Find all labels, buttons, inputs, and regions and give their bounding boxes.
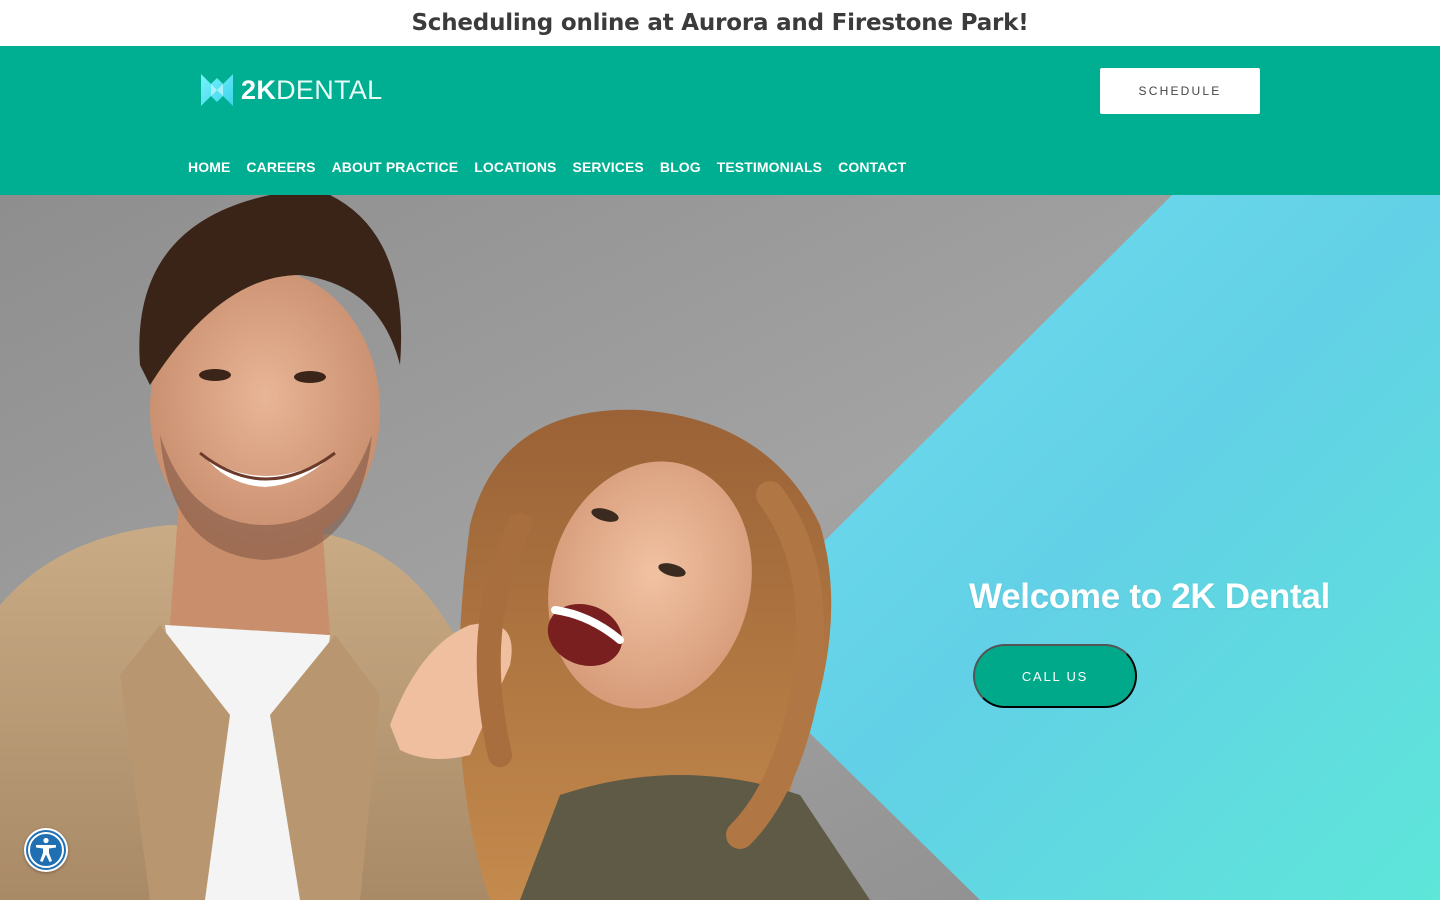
nav-item-about-practice[interactable]: ABOUT PRACTICE (332, 159, 459, 175)
nav-item-testimonials[interactable]: TESTIMONIALS (717, 159, 822, 175)
call-us-button[interactable]: CALL US (973, 644, 1137, 708)
hero-headline: Welcome to 2K Dental (969, 577, 1330, 616)
nav-item-home[interactable]: HOME (188, 159, 230, 175)
smiling-couple-photo (0, 195, 1440, 900)
logo-light-text: DENTAL (276, 75, 383, 105)
nav-item-blog[interactable]: BLOG (660, 159, 701, 175)
nav-item-locations[interactable]: LOCATIONS (474, 159, 556, 175)
accessibility-icon (26, 830, 66, 870)
announcement-text: Scheduling online at Aurora and Fireston… (411, 10, 1029, 36)
nav-item-careers[interactable]: CAREERS (246, 159, 315, 175)
schedule-button[interactable]: SCHEDULE (1100, 68, 1260, 114)
nav-item-services[interactable]: SERVICES (573, 159, 644, 175)
site-logo[interactable]: 2KDENTAL (197, 70, 382, 110)
logo-bold-text: 2K (241, 75, 277, 105)
accessibility-button[interactable] (24, 828, 68, 872)
hero-section: Welcome to 2K Dental CALL US (0, 195, 1440, 900)
logo-wordmark: 2KDENTAL (241, 70, 382, 110)
announcement-bar: Scheduling online at Aurora and Fireston… (0, 0, 1440, 46)
main-nav: HOME CAREERS ABOUT PRACTICE LOCATIONS SE… (188, 157, 906, 177)
site-header: 2KDENTAL SCHEDULE HOME CAREERS ABOUT PRA… (0, 46, 1440, 195)
tooth-logo-icon (201, 74, 233, 106)
nav-item-contact[interactable]: CONTACT (838, 159, 906, 175)
